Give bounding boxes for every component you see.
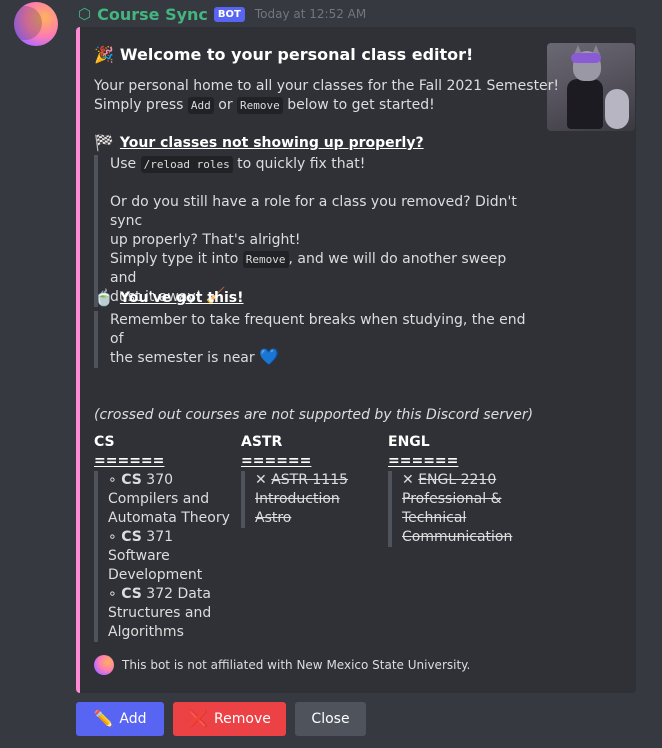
intro-line-2: Simply press Add or Remove below to get …: [94, 96, 559, 115]
message-header: ⬡ Course Sync BOT Today at 12:52 AM: [78, 4, 366, 24]
embed-thumbnail[interactable]: [547, 43, 635, 131]
embed-title-text: Welcome to your personal class editor!: [119, 45, 474, 64]
section1-line-s1: Simply type it into Remove, and we will …: [110, 250, 530, 288]
cs-code: CS: [121, 586, 142, 602]
section-classes-quote: Use /reload roles to quickly fix that! O…: [94, 155, 530, 307]
section1-s1-pre: Simply type it into: [110, 251, 239, 267]
astr-text: ASTR 1115: [271, 472, 349, 488]
bot-username[interactable]: Course Sync: [97, 5, 208, 24]
section2-title-text: You've got this!: [119, 290, 244, 306]
bullet: ∘: [108, 472, 117, 488]
field-astr-name: ASTR: [241, 434, 283, 450]
cs-line-2: Compilers and: [108, 491, 210, 507]
footer-avatar-icon: [94, 655, 114, 675]
field-cs: CS ====== ∘ CS 370 Compilers and Automat…: [94, 433, 240, 642]
code-reload-roles: /reload roles: [140, 156, 233, 173]
section1-line-q2: up properly? That's alright!: [110, 232, 301, 248]
cs-line-7: ∘ CS 372 Data: [108, 585, 240, 604]
cs-text: 372 Data: [141, 586, 211, 602]
code-remove: Remove: [237, 97, 283, 114]
section2-line1: Remember to take frequent breaks when st…: [110, 312, 526, 347]
embed-title: 🎉 Welcome to your personal class editor!: [94, 45, 473, 64]
field-astr: ASTR ====== ✕ ASTR 1115 Introduction Ast…: [241, 433, 387, 528]
intro-or: or: [218, 97, 233, 113]
section1-title-text: Your classes not showing up properly?: [119, 135, 424, 151]
intro-text: Your personal home to all your classes f…: [94, 77, 559, 115]
cs-code: CS: [121, 529, 142, 545]
remove-button[interactable]: ❌ Remove: [173, 702, 286, 736]
cs-line-4: ∘ CS 371: [108, 528, 240, 547]
embed: 🎉 Welcome to your personal class editor!…: [76, 27, 636, 693]
field-astr-rule: ======: [241, 453, 312, 469]
engl-text: ENGL 2210: [418, 472, 497, 488]
embed-footer: This bot is not affiliated with New Mexi…: [94, 655, 470, 675]
engl-line-4: Communication: [402, 529, 513, 545]
action-row: ✏️ Add ❌ Remove Close: [76, 702, 366, 736]
section1-tail: to quickly fix that!: [237, 156, 366, 172]
cs-text: 370: [141, 472, 174, 488]
cs-line-9: Algorithms: [108, 624, 184, 640]
field-engl: ENGL ====== ✕ ENGL 2210 Professional & T…: [388, 433, 534, 547]
unsupported-note: (crossed out courses are not supported b…: [94, 407, 534, 423]
cross-icon: ✕: [402, 472, 414, 488]
cross-icon: ✕: [255, 472, 267, 488]
cross-mark-icon: ❌: [188, 709, 209, 728]
section2-line2-wrap: the semester is near 💙: [110, 349, 530, 368]
party-popper-icon: 🎉: [94, 44, 114, 64]
section1-use: Use: [110, 156, 137, 172]
cs-line-3: Automata Theory: [108, 510, 230, 526]
code-remove-2: Remove: [242, 251, 289, 268]
field-cs-value: ∘ CS 370 Compilers and Automata Theory ∘…: [94, 471, 240, 642]
section-gotthis-quote: Remember to take frequent breaks when st…: [94, 311, 530, 368]
cs-line-1: ∘ CS 370: [108, 471, 240, 490]
field-engl-name: ENGL: [388, 434, 430, 450]
field-cs-rule: ======: [94, 453, 165, 469]
bullet: ∘: [108, 586, 117, 602]
footer-text: This bot is not affiliated with New Mexi…: [122, 658, 471, 672]
field-engl-rule: ======: [388, 453, 459, 469]
intro-line: Your personal home to all your classes f…: [94, 78, 560, 94]
code-add: Add: [187, 97, 214, 114]
cs-line-5: Software: [108, 548, 170, 564]
field-cs-name: CS: [94, 434, 115, 450]
bullet: ∘: [108, 529, 117, 545]
message-timestamp[interactable]: Today at 12:52 AM: [255, 7, 366, 21]
add-button[interactable]: ✏️ Add: [76, 702, 164, 736]
remove-button-label: Remove: [214, 711, 271, 727]
astr-line-1: ✕ ASTR 1115: [255, 471, 387, 490]
blue-heart-icon: 💙: [259, 347, 280, 366]
bot-avatar[interactable]: [14, 2, 58, 46]
section-gotthis-title: 🍵 You've got this!: [94, 288, 244, 307]
cs-line-8: Structures and: [108, 605, 212, 621]
cs-code: CS: [121, 472, 142, 488]
field-engl-value: ✕ ENGL 2210 Professional & Technical Com…: [388, 471, 534, 547]
section1-line-use: Use /reload roles to quickly fix that!: [110, 155, 530, 174]
cs-text: 371: [141, 529, 174, 545]
astr-line-3: Astro: [255, 510, 292, 526]
hexagon-icon: ⬡: [78, 4, 92, 23]
field-astr-value: ✕ ASTR 1115 Introduction Astro: [241, 471, 387, 528]
astr-line-2: Introduction: [255, 491, 340, 507]
bot-tag: BOT: [213, 6, 245, 22]
cs-line-6: Development: [108, 567, 203, 583]
add-button-label: Add: [119, 711, 147, 727]
intro-tail: below to get started!: [287, 97, 435, 113]
close-button-label: Close: [311, 711, 350, 727]
engl-line-3: Technical: [402, 510, 467, 526]
close-button[interactable]: Close: [295, 702, 366, 736]
pencil-icon: ✏️: [93, 709, 114, 728]
section2-line2: the semester is near: [110, 350, 255, 366]
section-classes-title: 🏁 Your classes not showing up properly?: [94, 133, 424, 152]
tea-icon: 🍵: [94, 288, 114, 307]
section1-line-q1: Or do you still have a role for a class …: [110, 194, 517, 229]
engl-line-2: Professional &: [402, 491, 502, 507]
engl-line-1: ✕ ENGL 2210: [402, 471, 534, 490]
intro-simply: Simply press: [94, 97, 184, 113]
checkered-flag-icon: 🏁: [94, 133, 114, 152]
